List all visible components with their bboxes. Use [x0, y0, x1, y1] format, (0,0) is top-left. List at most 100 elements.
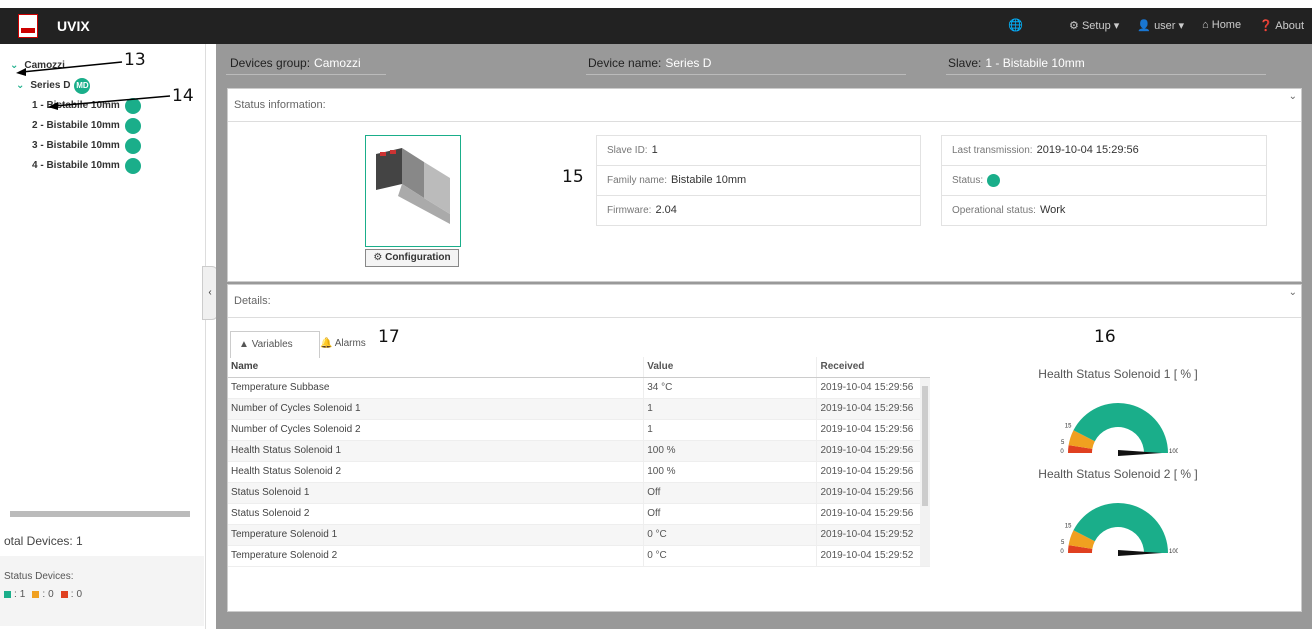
- table-row[interactable]: Health Status Solenoid 1 100 % 2019-10-04 …: [228, 441, 930, 462]
- warn-count: 0: [48, 589, 54, 600]
- slave-label: 3 - Bistabile 10mm: [32, 140, 120, 151]
- user-menu[interactable]: 👤 user ▾: [1137, 19, 1184, 32]
- annotation-17: 17: [378, 327, 400, 347]
- configuration-button[interactable]: ⚙ Configuration: [365, 249, 459, 267]
- col-name[interactable]: Name: [228, 357, 643, 377]
- table-row[interactable]: Status Solenoid 1 Off 2019-10-04 15:29:56: [228, 483, 930, 504]
- tree-slave-item[interactable]: 3 - Bistabile 10mm: [10, 136, 141, 156]
- status-information-panel: Status information: ⌄ ⚙ Configuration 15…: [227, 88, 1302, 282]
- cell-received: 2019-10-04 15:29:56: [816, 378, 930, 398]
- sidebar-scrollbar[interactable]: [6, 510, 194, 518]
- table-scrollbar[interactable]: [920, 378, 930, 566]
- status-devices-label: Status Devices:: [4, 571, 74, 582]
- last-tx-value: 2019-10-04 15:29:56: [1036, 144, 1139, 156]
- table-row[interactable]: Number of Cycles Solenoid 2 1 2019-10-04 1…: [228, 420, 930, 441]
- nav-menu: 🌐 ⚙ Setup ▾ 👤 user ▾ ⌂ Home ❓ About: [1008, 18, 1312, 32]
- last-transmission-row: Last transmission: 2019-10-04 15:29:56: [942, 136, 1266, 166]
- cell-received: 2019-10-04 15:29:56: [816, 462, 930, 482]
- scrollbar-thumb[interactable]: [10, 511, 190, 517]
- tree-slave-item[interactable]: 4 - Bistabile 10mm: [10, 156, 141, 176]
- annotation-14: 14: [172, 86, 194, 106]
- chevron-down-icon[interactable]: ⌄: [1289, 287, 1297, 298]
- slave-label: Slave:: [948, 56, 982, 70]
- tab-alarms-label: Alarms: [334, 338, 366, 349]
- op-status-row: Operational status: Work: [942, 196, 1266, 225]
- table-row[interactable]: Number of Cycles Solenoid 1 1 2019-10-04 1…: [228, 399, 930, 420]
- cell-value: 34 °C: [643, 378, 816, 398]
- col-received[interactable]: Received: [816, 357, 930, 377]
- cell-value: 1: [643, 399, 816, 419]
- cell-value: Off: [643, 483, 816, 503]
- configuration-label: Configuration: [385, 252, 451, 263]
- user-label: user ▾: [1154, 19, 1185, 32]
- table-header: Name Value Received: [228, 357, 930, 378]
- variables-table: Name Value Received Temperature Subbase 3…: [228, 357, 930, 567]
- gauge-solenoid-2: 0 5 15 100: [1060, 503, 1178, 556]
- tab-alarms[interactable]: 🔔 Alarms: [320, 331, 380, 357]
- ok-count: 1: [19, 589, 26, 600]
- about-link[interactable]: ❓ About: [1259, 19, 1304, 32]
- error-count: 0: [76, 589, 83, 600]
- op-status-label: Operational status:: [952, 205, 1036, 216]
- table-row[interactable]: Status Solenoid 2 Off 2019-10-04 15:29:56: [228, 504, 930, 525]
- home-link[interactable]: ⌂ Home: [1202, 19, 1241, 31]
- cell-name: Temperature Solenoid 2: [231, 550, 338, 561]
- tab-variables-label: Variables: [251, 339, 293, 350]
- setup-menu[interactable]: ⚙ Setup ▾: [1069, 19, 1119, 32]
- status-devices-legend: : 1 : 0 : 0: [4, 589, 82, 600]
- cell-name: Temperature Subbase: [231, 382, 330, 393]
- sidebar: ⌄ Camozzi ⌄ Series D MD 1 - Bistabile 10…: [0, 44, 206, 629]
- table-row[interactable]: Temperature Solenoid 2 0 °C 2019-10-04 15:…: [228, 546, 930, 567]
- group-value: Camozzi: [314, 56, 361, 70]
- gauge-tick-label: 100: [1169, 549, 1178, 555]
- gauge-tick-label: 5: [1061, 540, 1065, 546]
- chevron-down-icon[interactable]: ⌄: [1289, 91, 1297, 102]
- slave-id-row: Slave ID: 1: [597, 136, 920, 166]
- total-devices: otal Devices: 1: [4, 534, 83, 548]
- cell-name: Status Solenoid 2: [231, 508, 310, 519]
- table-row[interactable]: Health Status Solenoid 2 100 % 2019-10-04 …: [228, 462, 930, 483]
- devices-group-info: Devices group: Camozzi: [230, 56, 361, 70]
- cell-received: 2019-10-04 15:29:52: [816, 525, 930, 545]
- cell-value: 100 %: [643, 462, 816, 482]
- firmware-value: 2.04: [655, 204, 677, 216]
- cell-value: 0 °C: [643, 546, 816, 566]
- slave-value: 1 - Bistabile 10mm: [985, 56, 1085, 70]
- cell-received: 2019-10-04 15:29:52: [816, 546, 930, 566]
- divider: [586, 74, 906, 75]
- tab-variables[interactable]: ▲ Variables: [230, 331, 320, 358]
- setup-label: Setup ▾: [1081, 19, 1120, 32]
- device-value: Series D: [665, 56, 712, 70]
- cell-received: 2019-10-04 15:29:56: [816, 399, 930, 419]
- table-row[interactable]: Temperature Solenoid 1 0 °C 2019-10-04 15:…: [228, 525, 930, 546]
- main-content: Devices group: Camozzi Device name: Series…: [216, 44, 1312, 629]
- cell-name: Temperature Solenoid 1: [231, 529, 338, 540]
- device-image: [365, 135, 461, 247]
- annotation-16: 16: [1094, 327, 1116, 347]
- cell-name: Health Status Solenoid 1: [231, 445, 342, 456]
- device-info-bar: Devices group: Camozzi Device name: Series…: [216, 44, 1312, 80]
- status-label: Status:: [952, 175, 984, 186]
- table-row[interactable]: Temperature Subbase 34 °C 2019-10-04 15:29…: [228, 378, 930, 399]
- gauge-title: Health Status Solenoid 2 [ % ]: [1038, 467, 1198, 481]
- device-name-info: Device name: Series D: [588, 56, 711, 70]
- panel-title: Details:: [228, 285, 1301, 318]
- panel-title: Status information:: [228, 89, 1301, 122]
- cell-name: Health Status Solenoid 2: [231, 466, 342, 477]
- globe-icon[interactable]: 🌐: [1008, 18, 1023, 32]
- cell-received: 2019-10-04 15:29:56: [816, 483, 930, 503]
- about-label: About: [1275, 19, 1304, 32]
- cell-name: Number of Cycles Solenoid 2: [231, 424, 361, 435]
- status-dot-icon: [987, 173, 1001, 187]
- family-label: Family name:: [607, 175, 668, 186]
- home-label: Home: [1211, 19, 1242, 31]
- firmware-row: Firmware: 2.04: [597, 196, 920, 225]
- scrollbar-thumb[interactable]: [922, 386, 928, 506]
- divider: [946, 74, 1266, 75]
- status-dot-icon: [124, 138, 141, 154]
- annotation-arrows: [16, 61, 171, 110]
- status-dot-icon: [124, 158, 141, 174]
- table-body: Temperature Subbase 34 °C 2019-10-04 15:29…: [228, 378, 930, 567]
- col-value[interactable]: Value: [643, 357, 816, 377]
- gauge-tick-label: 15: [1065, 524, 1072, 530]
